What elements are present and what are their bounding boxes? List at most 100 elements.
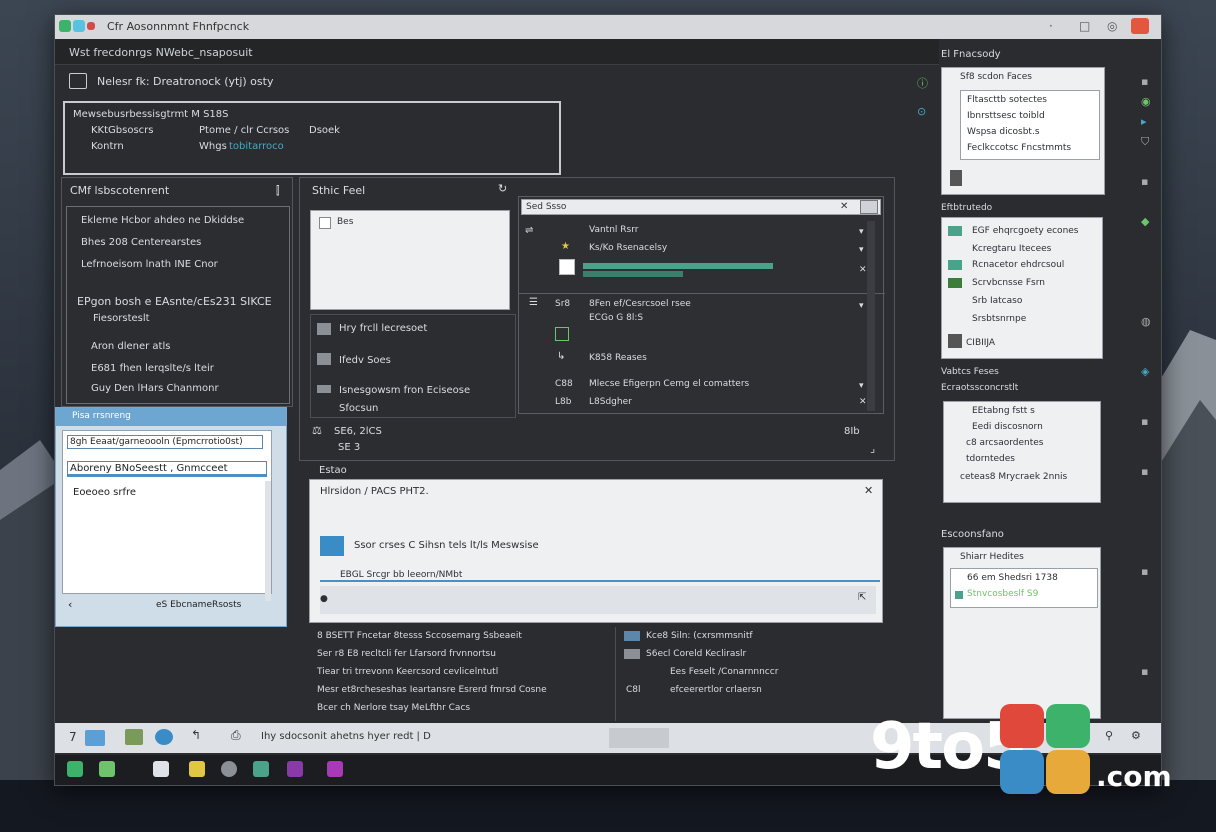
search-bar[interactable]: Sed Ssso ✕ <box>521 199 881 215</box>
list-item[interactable]: ceteas8 Mrycraek 2nnis <box>960 472 1067 482</box>
dialog-scrollbar[interactable] <box>265 481 271 601</box>
minimize-icon[interactable]: · <box>1049 19 1053 33</box>
list-item[interactable]: Rcnacetor ehdrcsoul <box>972 260 1064 270</box>
taskbar-app-icon[interactable] <box>189 761 205 777</box>
sub-item[interactable]: Ks/Ko Rsenacelsy <box>589 243 667 253</box>
list-item[interactable]: Srsbtsnrnpe <box>972 314 1026 324</box>
tool-icon[interactable]: ▪ <box>1141 465 1148 478</box>
list-item[interactable]: Tiear tri trrevonn Keercsord cevlicelntu… <box>317 667 498 677</box>
tool-icon[interactable]: ▪ <box>1141 565 1148 578</box>
info-link[interactable]: tobitarroco <box>229 141 284 152</box>
tool-icon[interactable]: ◈ <box>1141 365 1149 378</box>
tool-icon[interactable]: ▪ <box>1141 175 1148 188</box>
list-item[interactable]: Guy Den lHars Chanmonr <box>91 383 289 403</box>
list-item[interactable]: 66 em Shedsri 1738 <box>967 573 1058 583</box>
list-item[interactable]: E681 fhen lerqslte/s lteir <box>91 363 289 383</box>
tool-icon[interactable]: ▪ <box>1141 665 1148 678</box>
list-item[interactable]: Ekleme Hcbor ahdeo ne Dkiddse <box>81 215 289 235</box>
taskbar-app-icon[interactable] <box>99 761 115 777</box>
tool-icon[interactable]: ◆ <box>1141 215 1149 228</box>
list-item[interactable]: Mesr et8rcheseshas Ieartansre Esrerd fmr… <box>317 685 547 695</box>
search-icon[interactable] <box>860 200 878 214</box>
status-field[interactable] <box>609 728 669 748</box>
chevron-down-icon[interactable]: ▾ <box>859 227 864 237</box>
list-item[interactable]: Hry frcll lecresoet <box>339 323 427 334</box>
settings-icon[interactable]: ◎ <box>1107 19 1117 33</box>
sub-item[interactable]: Vantnl Rsrr <box>589 225 638 235</box>
print-icon[interactable]: ⎙ <box>231 728 241 743</box>
list-item[interactable]: Ser r8 E8 recltcli fer Lfarsord frvnnort… <box>317 649 496 659</box>
list-item[interactable]: Ibnrsttsesc toibld <box>967 111 1045 121</box>
list-item[interactable]: Sfocsun <box>339 403 378 414</box>
tool-icon[interactable]: ◍ <box>1141 315 1151 328</box>
dialog-input-1[interactable]: 8gh Eeaat/garneoooln (Epmcrrotio0st) <box>67 435 263 449</box>
app-icon[interactable] <box>125 729 143 745</box>
close-icon[interactable]: ✕ <box>864 484 873 497</box>
preview-checkbox[interactable] <box>319 217 331 229</box>
list-item[interactable]: Scrvbcnsse Fsrn <box>972 278 1045 288</box>
list-item[interactable]: Isnesgowsm fron Eciseose <box>339 385 470 396</box>
back-icon[interactable]: ‹ <box>68 598 72 611</box>
tool-icon[interactable]: ⓘ <box>917 75 928 91</box>
list-item[interactable]: Lefrnoeisom lnath INE Cnor <box>81 259 289 279</box>
home-icon[interactable] <box>69 73 87 89</box>
chevron-down-icon[interactable]: ▾ <box>859 381 864 391</box>
search-icon[interactable]: ⊙ <box>917 105 926 118</box>
list-item[interactable]: Aron dlener atls <box>91 341 289 361</box>
close-button[interactable] <box>1131 18 1149 34</box>
list-item[interactable]: Fiesorsteslt <box>93 313 289 333</box>
list-item[interactable]: efceerertlor crlaersn <box>670 685 762 695</box>
list-item[interactable]: Eedi discosnorn <box>972 422 1043 432</box>
scrollbar[interactable] <box>867 221 875 411</box>
shield-icon[interactable]: ⛉ <box>1141 135 1149 149</box>
sub-item[interactable]: 8Fen ef/Cesrcsoel rsee <box>589 299 691 309</box>
list-item[interactable]: Ees Feselt /Conarnnnccr <box>670 667 778 677</box>
taskbar-app-icon[interactable] <box>253 761 269 777</box>
taskbar-app-icon[interactable] <box>287 761 303 777</box>
list-item[interactable]: Kce8 Siln: (cxrsmmsnitf <box>646 631 753 641</box>
list-item[interactable]: EPgon bosh e EAsnte/cEs231 SIKCE <box>77 295 289 315</box>
dialog-input-2[interactable]: Aboreny BNoSeestt , Gnmcceet <box>67 461 267 477</box>
taskbar-app-icon[interactable] <box>67 761 83 777</box>
list-item[interactable]: EEtabng fstt s <box>972 406 1035 416</box>
taskbar-app-icon[interactable] <box>153 761 169 777</box>
dialog-footer[interactable]: eS EbcnameRsosts <box>156 600 241 610</box>
list-item[interactable]: 8 BSETT Fncetar 8tesss Sccosemarg Ssbeae… <box>317 631 522 641</box>
app-icon[interactable] <box>155 729 173 745</box>
chevron-down-icon[interactable]: ▾ <box>859 301 864 311</box>
list-item[interactable]: S6ecl Coreld Kecliraslr <box>646 649 746 659</box>
list-item[interactable]: Bhes 208 Centerearstes <box>81 237 289 257</box>
tool-icon[interactable]: ▪ <box>1141 75 1148 88</box>
list-item[interactable]: Ifedv Soes <box>339 355 391 366</box>
tool-icon[interactable]: ▪ <box>1141 415 1148 428</box>
search-clear-icon[interactable]: ✕ <box>840 201 848 212</box>
chevron-down-icon[interactable]: ▾ <box>859 245 864 255</box>
maximize-icon[interactable]: □ <box>1079 19 1090 33</box>
sub-item[interactable]: L8Sdgher <box>589 397 632 407</box>
sub-item[interactable]: K858 Reases <box>589 353 647 363</box>
panel-pin-icon[interactable]: ⫿ <box>276 184 280 198</box>
list-item[interactable]: EGF ehqrcgoety econes <box>972 226 1079 236</box>
list-item[interactable]: tdorntedes <box>966 454 1015 464</box>
tool-icon[interactable]: ▸ <box>1141 115 1147 128</box>
close-icon[interactable]: ✕ <box>859 265 867 275</box>
list-item[interactable]: Kcregtaru Itecees <box>972 244 1051 254</box>
list-item[interactable]: c8 arcsaordentes <box>966 438 1043 448</box>
list-item[interactable]: Bcer ch Nerlore tsay MeLfthr Cacs <box>317 703 470 713</box>
app-icon[interactable] <box>85 730 105 746</box>
link-icon[interactable]: ↰ <box>191 728 201 742</box>
path-text[interactable]: Wst frecdonrgs NWebc_nsaposuit <box>69 46 253 59</box>
sub-item[interactable]: Mlecse Efigerpn Cemg el comatters <box>589 379 749 389</box>
taskbar-app-icon[interactable] <box>327 761 343 777</box>
refresh-icon[interactable]: ↻ <box>498 182 507 195</box>
list-item[interactable]: Feclkccotsc Fncstmmts <box>967 143 1071 153</box>
list-item[interactable]: Stnvcosbeslf S9 <box>967 589 1038 599</box>
search-input[interactable]: Sed Ssso <box>526 202 566 212</box>
taskbar-app-icon[interactable] <box>221 761 237 777</box>
resize-icon[interactable]: ⌟ <box>870 442 875 455</box>
list-item[interactable]: Fltascttb sotectes <box>967 95 1047 105</box>
list-item[interactable]: Srb Iatcaso <box>972 296 1022 306</box>
close-icon[interactable]: ✕ <box>859 397 867 407</box>
tool-icon[interactable]: ◉ <box>1141 95 1151 108</box>
list-item[interactable]: Wspsa dicosbt.s <box>967 127 1040 137</box>
